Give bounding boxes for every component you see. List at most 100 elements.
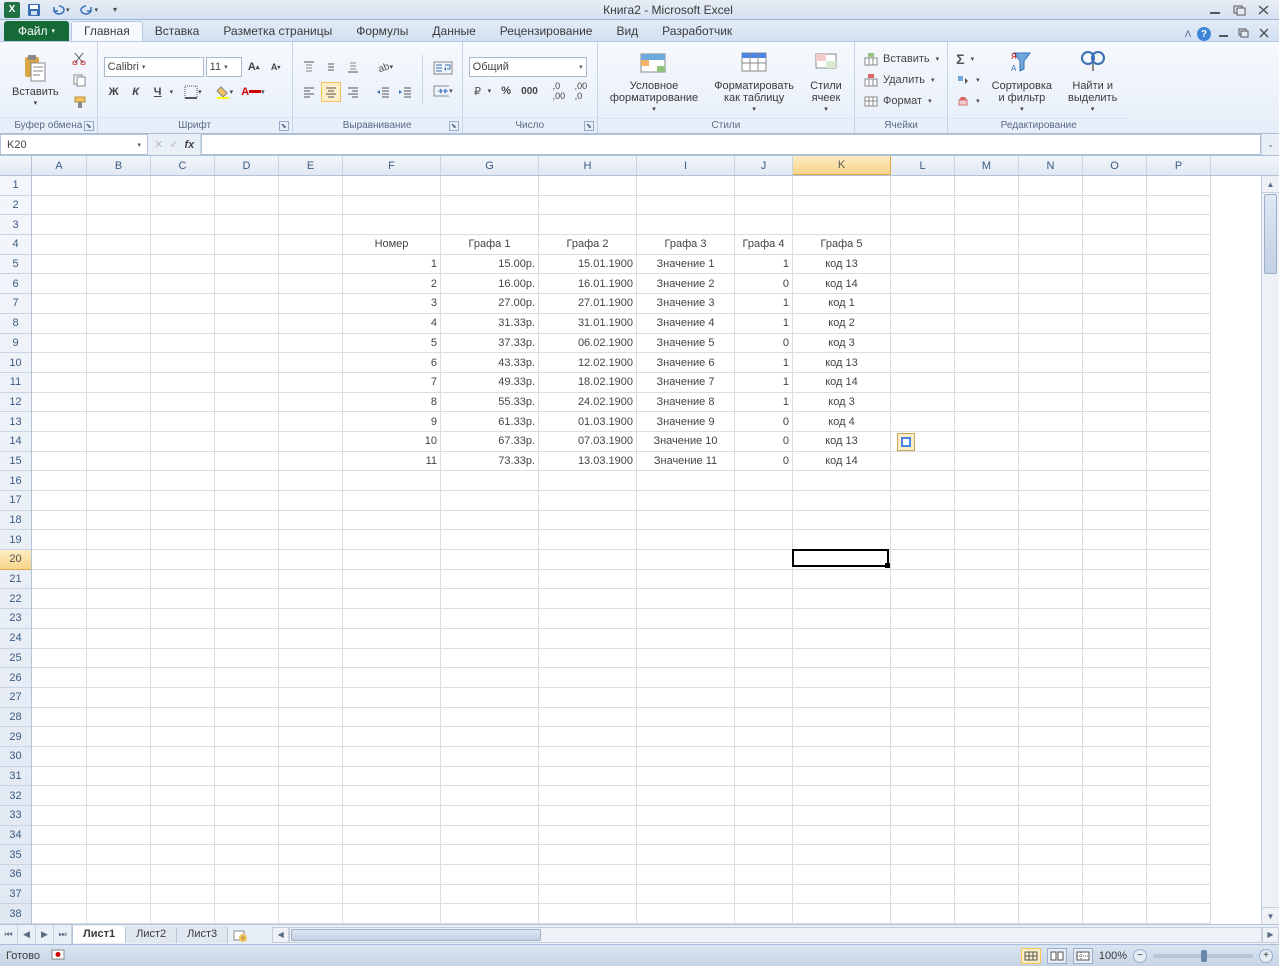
cell-L18[interactable] (891, 511, 955, 531)
cell-H29[interactable] (539, 727, 637, 747)
cell-P6[interactable] (1147, 274, 1211, 294)
font-color-button[interactable]: A▾ (238, 82, 267, 102)
doc-restore-button[interactable] (1237, 28, 1251, 41)
cell-I12[interactable]: Значение 8 (637, 393, 735, 413)
sheet-tab-1[interactable]: Лист2 (126, 926, 177, 943)
cell-M34[interactable] (955, 826, 1019, 846)
cell-G21[interactable] (441, 570, 539, 590)
cell-C5[interactable] (151, 255, 215, 275)
cell-P37[interactable] (1147, 885, 1211, 905)
cell-I15[interactable]: Значение 11 (637, 452, 735, 472)
cell-P15[interactable] (1147, 452, 1211, 472)
cell-K17[interactable] (793, 491, 891, 511)
cell-D9[interactable] (215, 334, 279, 354)
orientation-button[interactable]: ab▾ (373, 57, 397, 77)
cell-H34[interactable] (539, 826, 637, 846)
cell-I36[interactable] (637, 865, 735, 885)
cell-G2[interactable] (441, 196, 539, 216)
ribbon-tab-6[interactable]: Вид (604, 21, 650, 41)
cell-N37[interactable] (1019, 885, 1083, 905)
paste-button[interactable]: Вставить▾ (6, 50, 65, 110)
cell-B10[interactable] (87, 353, 151, 373)
cell-F6[interactable]: 2 (343, 274, 441, 294)
normal-view-button[interactable] (1021, 948, 1041, 964)
cell-O4[interactable] (1083, 235, 1147, 255)
column-header-E[interactable]: E (279, 156, 343, 175)
cell-L10[interactable] (891, 353, 955, 373)
cell-B8[interactable] (87, 314, 151, 334)
cell-C20[interactable] (151, 550, 215, 570)
cell-N7[interactable] (1019, 294, 1083, 314)
cell-J36[interactable] (735, 865, 793, 885)
cell-H31[interactable] (539, 767, 637, 787)
cell-J29[interactable] (735, 727, 793, 747)
cell-E19[interactable] (279, 530, 343, 550)
cell-G27[interactable] (441, 688, 539, 708)
cell-I2[interactable] (637, 196, 735, 216)
column-header-N[interactable]: N (1019, 156, 1083, 175)
cell-P9[interactable] (1147, 334, 1211, 354)
cell-F10[interactable]: 6 (343, 353, 441, 373)
cell-M2[interactable] (955, 196, 1019, 216)
cell-D29[interactable] (215, 727, 279, 747)
cell-D23[interactable] (215, 609, 279, 629)
cell-B11[interactable] (87, 373, 151, 393)
cell-I4[interactable]: Графа 3 (637, 235, 735, 255)
cell-E25[interactable] (279, 649, 343, 669)
cell-J8[interactable]: 1 (735, 314, 793, 334)
cell-D3[interactable] (215, 215, 279, 235)
paste-options-button[interactable] (897, 433, 915, 451)
cell-J28[interactable] (735, 708, 793, 728)
cell-D7[interactable] (215, 294, 279, 314)
cell-O37[interactable] (1083, 885, 1147, 905)
cell-G32[interactable] (441, 786, 539, 806)
cell-G9[interactable]: 37.33р. (441, 334, 539, 354)
column-header-O[interactable]: O (1083, 156, 1147, 175)
cell-A17[interactable] (32, 491, 87, 511)
align-bottom-button[interactable] (343, 57, 363, 77)
cell-O7[interactable] (1083, 294, 1147, 314)
cell-O8[interactable] (1083, 314, 1147, 334)
cell-N3[interactable] (1019, 215, 1083, 235)
formula-expand-button[interactable]: ⌄ (1261, 134, 1279, 155)
cell-H10[interactable]: 12.02.1900 (539, 353, 637, 373)
cell-B38[interactable] (87, 904, 151, 924)
cell-M36[interactable] (955, 865, 1019, 885)
row-header-12[interactable]: 12 (0, 393, 31, 413)
cell-H26[interactable] (539, 668, 637, 688)
cell-N34[interactable] (1019, 826, 1083, 846)
cell-J35[interactable] (735, 845, 793, 865)
cell-M16[interactable] (955, 471, 1019, 491)
cell-G12[interactable]: 55.33р. (441, 393, 539, 413)
cell-H4[interactable]: Графа 2 (539, 235, 637, 255)
cell-G37[interactable] (441, 885, 539, 905)
cell-D18[interactable] (215, 511, 279, 531)
cell-M35[interactable] (955, 845, 1019, 865)
row-header-10[interactable]: 10 (0, 353, 31, 373)
page-break-view-button[interactable] (1073, 948, 1093, 964)
cell-F9[interactable]: 5 (343, 334, 441, 354)
cell-A11[interactable] (32, 373, 87, 393)
cell-E10[interactable] (279, 353, 343, 373)
cell-C4[interactable] (151, 235, 215, 255)
cell-J26[interactable] (735, 668, 793, 688)
cell-G5[interactable]: 15.00р. (441, 255, 539, 275)
cell-G16[interactable] (441, 471, 539, 491)
font-name-combo[interactable]: Calibri▾ (104, 57, 204, 77)
column-header-L[interactable]: L (891, 156, 955, 175)
cell-E16[interactable] (279, 471, 343, 491)
cell-F12[interactable]: 8 (343, 393, 441, 413)
cell-H3[interactable] (539, 215, 637, 235)
cell-K11[interactable]: код 14 (793, 373, 891, 393)
cell-G20[interactable] (441, 550, 539, 570)
cell-O32[interactable] (1083, 786, 1147, 806)
cell-B13[interactable] (87, 412, 151, 432)
cell-A30[interactable] (32, 747, 87, 767)
cell-C35[interactable] (151, 845, 215, 865)
column-header-D[interactable]: D (215, 156, 279, 175)
cell-M4[interactable] (955, 235, 1019, 255)
cell-B19[interactable] (87, 530, 151, 550)
cell-D20[interactable] (215, 550, 279, 570)
cell-N4[interactable] (1019, 235, 1083, 255)
clear-button[interactable]: ▾ (954, 91, 982, 111)
